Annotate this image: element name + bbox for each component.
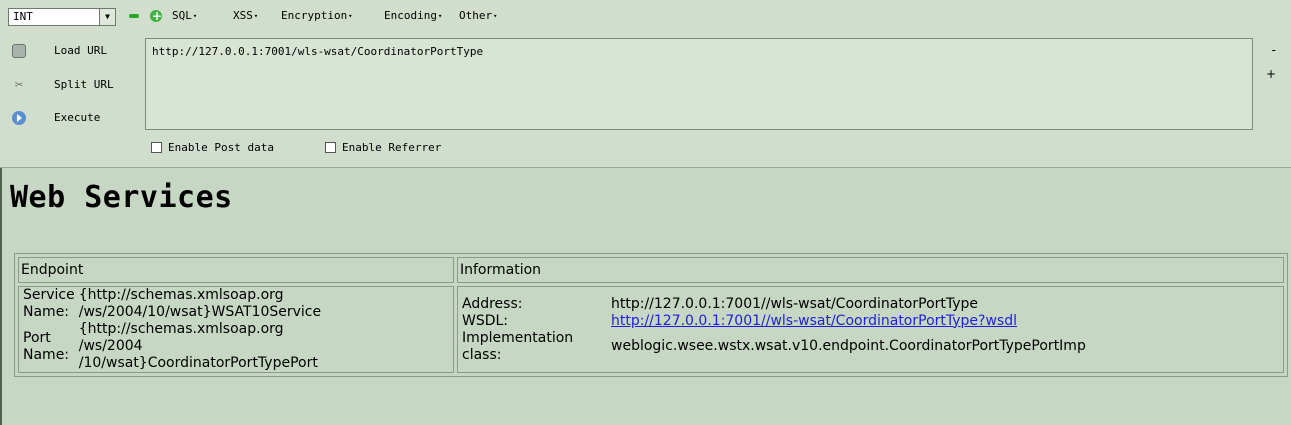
service-name-label: Service Name: (23, 287, 75, 320)
enable-post-checkbox[interactable] (151, 142, 162, 153)
endpoint-details: Service Name: {http://schemas.xmlsoap.or… (21, 287, 323, 372)
increase-icon[interactable]: + (150, 9, 162, 23)
scissors-icon: ✂ (14, 77, 24, 93)
endpoint-header: Endpoint (18, 257, 454, 283)
type-select[interactable]: INT ▼ (8, 8, 116, 26)
web-services-table: Endpoint Information Service Name: {http… (14, 253, 1288, 377)
information-details: Address: http://127.0.0.1:7001//wls-wsat… (460, 296, 1088, 364)
implementation-class-value: weblogic.wsee.wstx.wsat.v10.endpoint.Coo… (611, 338, 1086, 354)
menu-other[interactable]: Other▾ (459, 9, 497, 23)
menu-encoding[interactable]: Encoding▾ (384, 9, 442, 23)
enable-post-toggle[interactable]: Enable Post data (151, 141, 274, 155)
play-icon (12, 111, 26, 125)
decrease-icon[interactable] (128, 10, 140, 22)
shrink-button[interactable]: - (1272, 44, 1276, 56)
service-name-value: {http://schemas.xmlsoap.org /ws/2004/10/… (78, 287, 322, 320)
enable-referrer-label: Enable Referrer (342, 141, 442, 154)
address-label: Address: (462, 295, 523, 312)
split-url-button[interactable]: ✂ Split URL (8, 74, 136, 96)
wsdl-link[interactable]: http://127.0.0.1:7001//wls-wsat/Coordina… (611, 313, 1017, 329)
menu-encryption[interactable]: Encryption▾ (281, 9, 352, 23)
printer-icon (12, 44, 26, 58)
split-url-label: Split URL (54, 78, 114, 91)
execute-label: Execute (54, 111, 101, 124)
enable-post-label: Enable Post data (168, 141, 274, 154)
execute-button[interactable]: Execute (8, 107, 136, 129)
url-textarea[interactable]: http://127.0.0.1:7001/wls-wsat/Coordinat… (145, 38, 1253, 130)
enable-referrer-toggle[interactable]: Enable Referrer (325, 141, 441, 155)
implementation-class-label: Implementation class: (462, 329, 574, 363)
hackbar-toolbar: INT ▼ + SQL▾ XSS▾ Encryption▾ Encoding▾ … (0, 0, 1291, 168)
load-url-label: Load URL (54, 44, 107, 57)
type-select-value: INT (13, 10, 33, 23)
enable-referrer-checkbox[interactable] (325, 142, 336, 153)
chevron-down-icon[interactable]: ▼ (99, 9, 115, 25)
information-header: Information (457, 257, 1284, 283)
wsdl-label: WSDL: (462, 312, 509, 329)
table-row: Service Name: {http://schemas.xmlsoap.or… (18, 286, 1284, 373)
menu-xss[interactable]: XSS▾ (233, 9, 258, 23)
port-name-label: Port Name: (23, 329, 70, 363)
page-title: Web Services (10, 180, 233, 215)
load-url-button[interactable]: Load URL (8, 40, 136, 62)
endpoint-cell: Service Name: {http://schemas.xmlsoap.or… (18, 286, 454, 373)
table-header-row: Endpoint Information (18, 257, 1284, 283)
address-value: http://127.0.0.1:7001//wls-wsat/Coordina… (611, 295, 979, 312)
port-name-value: {http://schemas.xmlsoap.org /ws/2004 /10… (78, 321, 318, 371)
expand-button[interactable]: + (1266, 68, 1276, 80)
menu-sql[interactable]: SQL▾ (172, 9, 197, 23)
information-cell: Address: http://127.0.0.1:7001//wls-wsat… (457, 286, 1284, 373)
